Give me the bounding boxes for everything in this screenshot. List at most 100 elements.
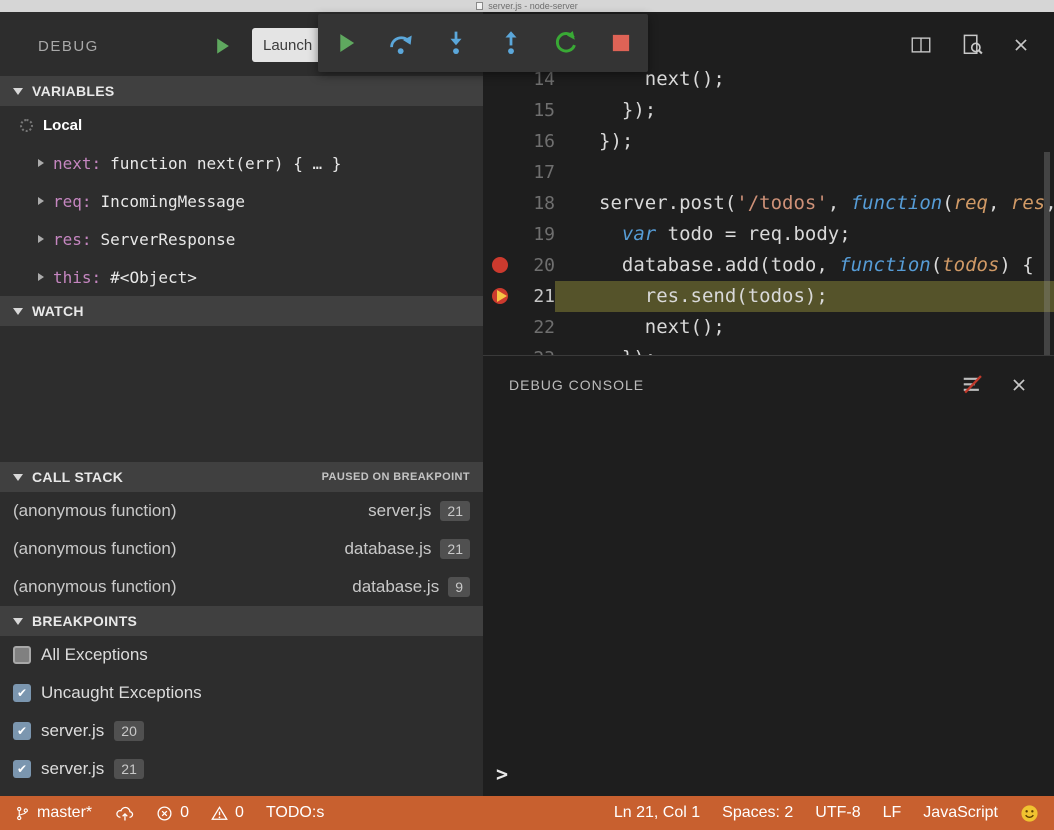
debug-step-into-button[interactable] — [438, 25, 474, 61]
call-stack-frame[interactable]: (anonymous function)database.js21 — [0, 530, 483, 568]
frame-line-badge: 21 — [440, 539, 470, 559]
code-line-18[interactable]: 18server.post('/todos', function(req, re… — [483, 188, 1054, 219]
call-stack-frame[interactable]: (anonymous function)server.js21 — [0, 492, 483, 530]
line-number: 20 — [517, 255, 555, 276]
gutter-glyph — [483, 250, 517, 281]
breakpoint-checkbox[interactable] — [13, 646, 31, 664]
status-publish[interactable] — [103, 796, 145, 830]
expand-arrow-icon — [38, 159, 44, 167]
code-token: ( — [942, 192, 953, 214]
code-token: }); — [599, 130, 633, 152]
status-errors[interactable]: 0 — [145, 796, 200, 830]
statusbar-right: Ln 21, Col 1 Spaces: 2 UTF-8 LFJavaScript — [603, 796, 1050, 830]
code-token — [599, 223, 622, 245]
code-line-20[interactable]: 20 database.add(todo, function(todos) { — [483, 250, 1054, 281]
frame-name: (anonymous function) — [13, 577, 352, 597]
clear-console-button[interactable] — [960, 374, 984, 396]
window-title: server.js - node-server — [488, 1, 578, 11]
frame-line-badge: 21 — [440, 501, 470, 521]
breakpoints-section-header[interactable]: BREAKPOINTS — [0, 606, 483, 636]
variable-row[interactable]: next: function next(err) { … } — [0, 144, 483, 182]
breakpoint-row[interactable]: All Exceptions — [0, 636, 483, 674]
status-encoding[interactable]: UTF-8 — [804, 796, 871, 830]
line-number: 21 — [517, 286, 555, 307]
search-file-button[interactable] — [960, 34, 984, 56]
status-feedback[interactable] — [1009, 796, 1050, 830]
code-line-17[interactable]: 17 — [483, 157, 1054, 188]
debug-stop-button[interactable] — [603, 25, 639, 61]
step-out-icon — [498, 30, 524, 56]
line-number: 15 — [517, 100, 555, 121]
breakpoint-row[interactable]: server.js21 — [0, 750, 483, 788]
variable-name: next: — [53, 154, 101, 173]
variable-name: res: — [53, 230, 92, 249]
variable-value: IncomingMessage — [101, 192, 246, 211]
breakpoint-checkbox[interactable] — [13, 722, 31, 740]
line-text: var todo = req.body; — [555, 219, 1054, 250]
call-stack-section-header[interactable]: CALL STACK PAUSED ON BREAKPOINT — [0, 462, 483, 492]
status-cursor-position[interactable]: Ln 21, Col 1 — [603, 796, 711, 830]
debug-step-out-button[interactable] — [493, 25, 529, 61]
status-label: UTF-8 — [815, 804, 860, 822]
step-over-icon — [388, 30, 414, 56]
close-editor-button[interactable] — [1012, 34, 1030, 56]
error-icon — [156, 805, 173, 822]
breakpoint-icon[interactable] — [492, 257, 508, 273]
status-eol[interactable]: LF — [872, 796, 913, 830]
watch-section-header[interactable]: WATCH — [0, 296, 483, 326]
console-prompt-chevron: > — [496, 762, 508, 786]
line-text: server.post('/todos', function(req, res,… — [555, 188, 1054, 219]
scope-row-local[interactable]: Local — [0, 106, 483, 144]
variable-value: function next(err) { … } — [110, 154, 341, 173]
code-line-16[interactable]: 16}); — [483, 126, 1054, 157]
call-stack-frame[interactable]: (anonymous function)database.js9 — [0, 568, 483, 606]
debug-step-over-button[interactable] — [383, 25, 419, 61]
code-line-15[interactable]: 15 }); — [483, 95, 1054, 126]
code-line-22[interactable]: 22 next(); — [483, 312, 1054, 343]
console-prompt[interactable]: > — [496, 762, 508, 786]
code-line-21[interactable]: 21 res.send(todos); — [483, 281, 1054, 312]
status-git-branch[interactable]: master* — [4, 796, 103, 830]
warning-icon — [211, 805, 228, 822]
variable-row[interactable]: this:#<Object> — [0, 258, 483, 296]
close-panel-button[interactable] — [1010, 376, 1028, 394]
frame-name: (anonymous function) — [13, 501, 368, 521]
debug-continue-button[interactable] — [328, 25, 364, 61]
line-text: }); — [555, 126, 1054, 157]
restart-icon — [553, 30, 579, 56]
expand-arrow-icon — [38, 273, 44, 281]
status-indentation[interactable]: Spaces: 2 — [711, 796, 804, 830]
current-line-arrow-icon — [497, 290, 507, 302]
status-todo-extension[interactable]: TODO:s — [255, 796, 335, 830]
breakpoint-row[interactable]: Uncaught Exceptions — [0, 674, 483, 712]
debug-restart-button[interactable] — [548, 25, 584, 61]
code-line-23[interactable]: 23 }); — [483, 343, 1054, 355]
line-text — [555, 157, 1054, 188]
variables-section-header[interactable]: VARIABLES — [0, 76, 483, 106]
code-token: function — [851, 192, 943, 214]
breakpoint-row[interactable]: server.js20 — [0, 712, 483, 750]
call-stack-header-label: CALL STACK — [32, 469, 123, 485]
line-number: 17 — [517, 162, 555, 183]
scrollbar-thumb[interactable] — [1044, 152, 1050, 355]
code-token: database.add(todo, — [599, 254, 839, 276]
status-label: Ln 21, Col 1 — [614, 804, 700, 822]
code-line-19[interactable]: 19 var todo = req.body; — [483, 219, 1054, 250]
call-stack-list: (anonymous function)server.js21(anonymou… — [0, 492, 483, 606]
variables-list: next: function next(err) { … } req:Incomin… — [0, 144, 483, 296]
breakpoints-list: All ExceptionsUncaught Exceptionsserver.… — [0, 636, 483, 788]
split-editor-button[interactable] — [910, 34, 932, 56]
code-token: res.send(todos); — [599, 285, 828, 307]
editor-scrollbar[interactable] — [1040, 12, 1054, 355]
statusbar-left: master*00TODO:s — [4, 796, 335, 830]
start-debug-button[interactable] — [210, 34, 234, 58]
expand-arrow-icon — [38, 197, 44, 205]
breakpoint-checkbox[interactable] — [13, 684, 31, 702]
gutter-glyph — [483, 281, 517, 312]
breakpoint-checkbox[interactable] — [13, 760, 31, 778]
gutter-glyph — [483, 157, 517, 188]
variable-row[interactable]: req:IncomingMessage — [0, 182, 483, 220]
status-warnings[interactable]: 0 — [200, 796, 255, 830]
status-language-mode[interactable]: JavaScript — [912, 796, 1009, 830]
variable-row[interactable]: res:ServerResponse — [0, 220, 483, 258]
